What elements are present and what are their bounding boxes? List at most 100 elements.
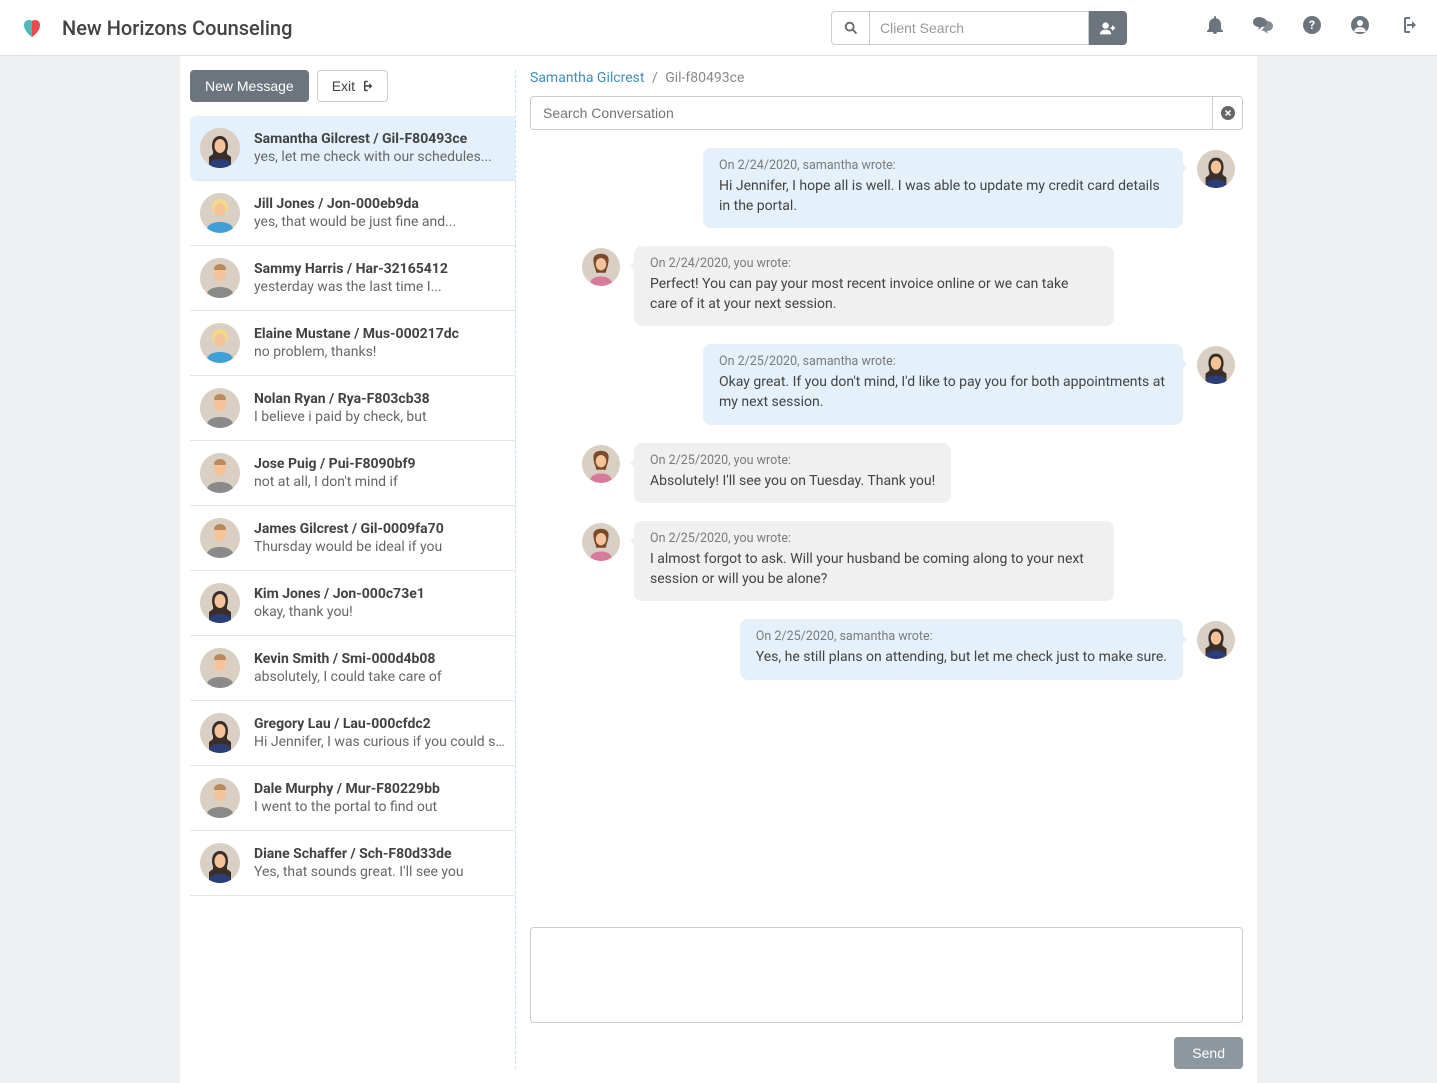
search-conversation-group — [530, 96, 1243, 130]
conversation-preview: Hi Jennifer, I was curious if you could … — [254, 734, 505, 750]
message-row: On 2/24/2020, you wrote: Perfect! You ca… — [530, 246, 1235, 326]
conversation-text: Diane Schaffer / Sch-F80d33de Yes, that … — [254, 846, 505, 880]
message-meta: On 2/24/2020, samantha wrote: — [719, 158, 1167, 173]
add-client-button[interactable] — [1089, 11, 1127, 45]
compose-textarea[interactable] — [530, 927, 1243, 1023]
exit-button[interactable]: Exit — [317, 70, 388, 102]
conversation-preview: I went to the portal to find out — [254, 799, 505, 815]
avatar — [1197, 150, 1235, 188]
conversation-item[interactable]: James Gilcrest / Gil-0009fa70 Thursday w… — [190, 506, 515, 571]
message-bubble: On 2/24/2020, you wrote: Perfect! You ca… — [634, 246, 1114, 326]
sidebar: New Message Exit Samantha Gilcrest / Gil… — [180, 70, 516, 1069]
message-meta: On 2/25/2020, samantha wrote: — [719, 354, 1167, 369]
logout-icon[interactable] — [1399, 17, 1417, 38]
new-message-button[interactable]: New Message — [190, 70, 309, 102]
conversation-item[interactable]: Sammy Harris / Har-32165412 yesterday wa… — [190, 246, 515, 311]
conversation-text: Nolan Ryan / Rya-F803cb38 I believe i pa… — [254, 391, 505, 425]
conversation-item[interactable]: Nolan Ryan / Rya-F803cb38 I believe i pa… — [190, 376, 515, 441]
avatar — [200, 778, 240, 818]
conversation-text: Dale Murphy / Mur-F80229bb I went to the… — [254, 781, 505, 815]
message-meta: On 2/25/2020, samantha wrote: — [756, 629, 1167, 644]
help-icon[interactable]: ? — [1303, 16, 1321, 39]
avatar — [1197, 621, 1235, 659]
conversation-preview: yesterday was the last time I... — [254, 279, 505, 295]
conversation-text: Samantha Gilcrest / Gil-F80493ce yes, le… — [254, 131, 505, 165]
exit-icon — [361, 80, 373, 92]
breadcrumb-current: Gil-f80493ce — [665, 70, 744, 86]
conversation-item[interactable]: Jill Jones / Jon-000eb9da yes, that woul… — [190, 181, 515, 246]
conversation-item[interactable]: Gregory Lau / Lau-000cfdc2 Hi Jennifer, … — [190, 701, 515, 766]
conversation-text: Jill Jones / Jon-000eb9da yes, that woul… — [254, 196, 505, 230]
conversation-name: Elaine Mustane / Mus-000217dc — [254, 326, 505, 342]
search-conversation-input[interactable] — [530, 96, 1213, 130]
conversation-name: Jose Puig / Pui-F8090bf9 — [254, 456, 505, 472]
message-body: Absolutely! I'll see you on Tuesday. Tha… — [650, 472, 935, 492]
message-body: Yes, he still plans on attending, but le… — [756, 648, 1167, 668]
conversation-preview: not at all, I don't mind if — [254, 474, 505, 490]
conversation-preview: Thursday would be ideal if you — [254, 539, 505, 555]
conversation-name: Nolan Ryan / Rya-F803cb38 — [254, 391, 505, 407]
avatar — [582, 248, 620, 286]
conversation-preview: I believe i paid by check, but — [254, 409, 505, 425]
conversation-preview: yes, let me check with our schedules... — [254, 149, 505, 165]
message-row: On 2/25/2020, samantha wrote: Okay great… — [530, 344, 1235, 424]
conversation-item[interactable]: Jose Puig / Pui-F8090bf9 not at all, I d… — [190, 441, 515, 506]
conversation-text: Kim Jones / Jon-000c73e1 okay, thank you… — [254, 586, 505, 620]
conversation-item[interactable]: Kevin Smith / Smi-000d4b08 absolutely, I… — [190, 636, 515, 701]
conversation-name: Sammy Harris / Har-32165412 — [254, 261, 505, 277]
notifications-icon[interactable] — [1207, 16, 1223, 39]
clear-search-button[interactable] — [1213, 96, 1243, 130]
conversation-text: Elaine Mustane / Mus-000217dc no problem… — [254, 326, 505, 360]
avatar — [200, 323, 240, 363]
breadcrumb-client-link[interactable]: Samantha Gilcrest — [530, 70, 644, 86]
user-icon[interactable] — [1351, 16, 1369, 39]
message-bubble: On 2/25/2020, you wrote: I almost forgot… — [634, 521, 1114, 601]
compose-area: Send — [530, 909, 1243, 1069]
conversation-preview: no problem, thanks! — [254, 344, 505, 360]
message-row: On 2/24/2020, samantha wrote: Hi Jennife… — [530, 148, 1235, 228]
client-search-group — [831, 11, 1127, 45]
conversation-name: James Gilcrest / Gil-0009fa70 — [254, 521, 505, 537]
conversation-name: Kevin Smith / Smi-000d4b08 — [254, 651, 505, 667]
message-row: On 2/25/2020, you wrote: Absolutely! I'l… — [530, 443, 1235, 504]
avatar — [200, 193, 240, 233]
message-body: Hi Jennifer, I hope all is well. I was a… — [719, 177, 1167, 216]
conversation-item[interactable]: Dale Murphy / Mur-F80229bb I went to the… — [190, 766, 515, 831]
logo-icon — [20, 16, 44, 40]
conversation-item[interactable]: Elaine Mustane / Mus-000217dc no problem… — [190, 311, 515, 376]
conversation-preview: okay, thank you! — [254, 604, 505, 620]
message-bubble: On 2/25/2020, samantha wrote: Okay great… — [703, 344, 1183, 424]
conversation-text: Kevin Smith / Smi-000d4b08 absolutely, I… — [254, 651, 505, 685]
chat-panel: Samantha Gilcrest / Gil-f80493ce On 2/24… — [516, 70, 1257, 1069]
conversation-name: Dale Murphy / Mur-F80229bb — [254, 781, 505, 797]
conversation-text: Gregory Lau / Lau-000cfdc2 Hi Jennifer, … — [254, 716, 505, 750]
avatar — [582, 445, 620, 483]
conversation-item[interactable]: Diane Schaffer / Sch-F80d33de Yes, that … — [190, 831, 515, 896]
avatar — [200, 128, 240, 168]
client-search-input[interactable] — [869, 11, 1089, 45]
avatar — [200, 453, 240, 493]
message-bubble: On 2/25/2020, samantha wrote: Yes, he st… — [740, 619, 1183, 680]
message-body: I almost forgot to ask. Will your husban… — [650, 550, 1098, 589]
sidebar-actions: New Message Exit — [190, 70, 515, 116]
message-row: On 2/25/2020, samantha wrote: Yes, he st… — [530, 619, 1235, 680]
conversation-name: Samantha Gilcrest / Gil-F80493ce — [254, 131, 505, 147]
breadcrumb-separator: / — [652, 70, 658, 86]
conversation-item[interactable]: Samantha Gilcrest / Gil-F80493ce yes, le… — [190, 116, 515, 181]
conversation-name: Jill Jones / Jon-000eb9da — [254, 196, 505, 212]
avatar — [200, 258, 240, 298]
conversation-item[interactable]: Kim Jones / Jon-000c73e1 okay, thank you… — [190, 571, 515, 636]
messages-icon[interactable] — [1253, 17, 1273, 38]
main-container: New Message Exit Samantha Gilcrest / Gil… — [180, 56, 1257, 1083]
conversation-text: Jose Puig / Pui-F8090bf9 not at all, I d… — [254, 456, 505, 490]
search-icon[interactable] — [831, 11, 869, 45]
send-button[interactable]: Send — [1174, 1037, 1243, 1069]
avatar — [1197, 346, 1235, 384]
top-bar: New Horizons Counseling ? — [0, 0, 1437, 56]
avatar — [200, 843, 240, 883]
nav-icons: ? — [1207, 16, 1417, 39]
messages-area[interactable]: On 2/24/2020, samantha wrote: Hi Jennife… — [530, 148, 1243, 897]
conversation-list[interactable]: Samantha Gilcrest / Gil-F80493ce yes, le… — [190, 116, 515, 896]
svg-text:?: ? — [1309, 18, 1315, 32]
message-bubble: On 2/24/2020, samantha wrote: Hi Jennife… — [703, 148, 1183, 228]
